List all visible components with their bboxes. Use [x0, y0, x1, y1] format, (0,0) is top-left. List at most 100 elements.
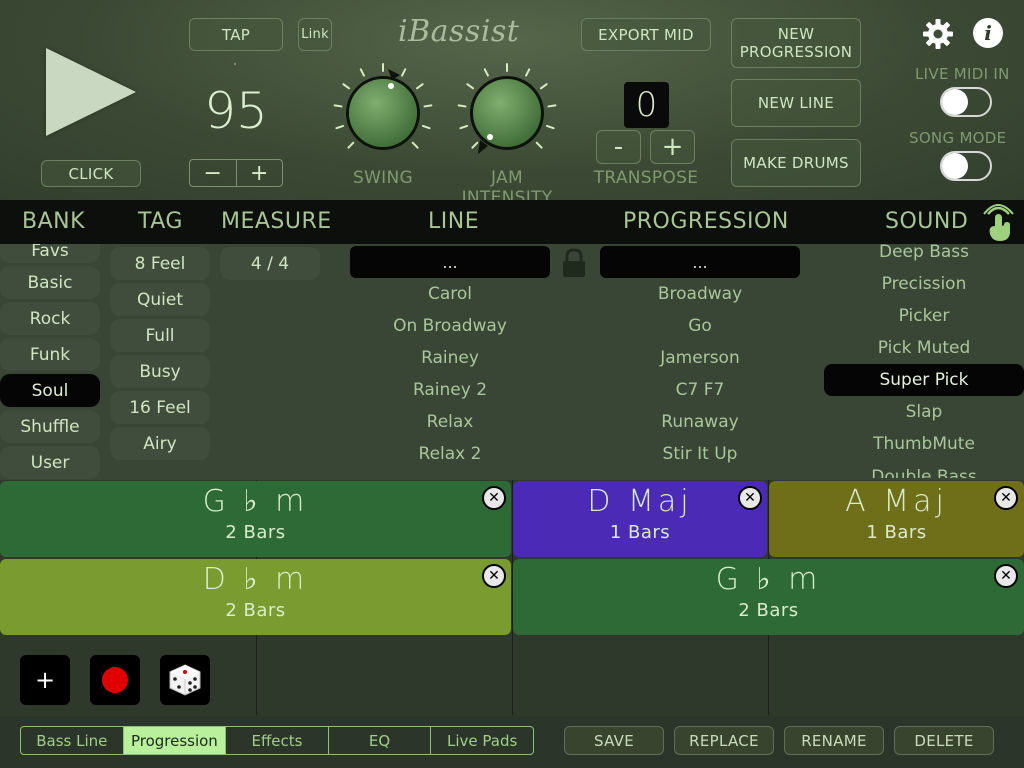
progression-item[interactable]: Runaway — [600, 412, 800, 432]
song-mode-label: SONG MODE — [909, 129, 1007, 147]
chord-bars: 1 Bars — [866, 522, 927, 543]
chord-name: G ♭ m — [202, 484, 309, 519]
jam-intensity-knob[interactable] — [454, 60, 560, 166]
remove-chord-icon[interactable]: ✕ — [482, 486, 506, 510]
line-header: LINE — [428, 209, 480, 234]
progression-item[interactable]: Broadway — [600, 284, 800, 304]
tag-item[interactable]: Full — [110, 319, 210, 352]
tag-item[interactable]: Airy — [110, 427, 210, 460]
tag-header: TAG — [138, 209, 183, 234]
sound-item[interactable]: Deep Bass — [824, 242, 1024, 262]
sound-item[interactable]: Pick Muted — [824, 338, 1024, 358]
bank-item[interactable]: Rock — [0, 302, 100, 335]
sound-item[interactable]: Picker — [824, 306, 1024, 326]
tempo-increment-button[interactable]: + — [235, 160, 283, 186]
line-item[interactable]: Rainey 2 — [350, 380, 550, 400]
progression-header: PROGRESSION — [623, 209, 789, 234]
record-button[interactable] — [90, 655, 140, 705]
tab-live-pads[interactable]: Live Pads — [430, 727, 533, 754]
chord-block[interactable]: D Maj 1 Bars — [513, 481, 767, 557]
play-button[interactable] — [46, 48, 136, 136]
progression-item[interactable]: Go — [600, 316, 800, 336]
sound-item[interactable]: Super Pick — [824, 364, 1024, 396]
bank-item[interactable]: Soul — [0, 374, 100, 407]
remove-chord-icon[interactable]: ✕ — [738, 486, 762, 510]
progression-item[interactable]: C7 F7 — [600, 380, 800, 400]
live-midi-in-label: LIVE MIDI IN — [915, 65, 1010, 83]
app-logo: iBassist — [398, 14, 520, 49]
add-chord-button[interactable]: + — [20, 655, 70, 705]
transpose-increment-button[interactable]: + — [650, 130, 695, 164]
chord-bars: 1 Bars — [609, 522, 671, 543]
tag-item[interactable]: 8 Feel — [110, 247, 210, 280]
sound-item[interactable]: ThumbMute — [824, 434, 1024, 454]
swing-knob[interactable] — [330, 60, 436, 166]
live-midi-in-toggle[interactable] — [940, 87, 992, 117]
chord-block[interactable]: G ♭ m 2 Bars — [0, 481, 511, 557]
export-mid-button[interactable]: EXPORT MID — [581, 18, 711, 51]
new-line-button[interactable]: NEW LINE — [731, 79, 861, 127]
tag-item[interactable]: Busy — [110, 355, 210, 388]
remove-chord-icon[interactable]: ✕ — [482, 564, 506, 588]
chord-block[interactable]: A Maj 1 Bars — [769, 481, 1024, 557]
progression-item[interactable]: Stir It Up — [600, 444, 800, 464]
gear-icon[interactable] — [922, 18, 954, 50]
bank-item[interactable]: Basic — [0, 266, 100, 299]
tab-eq[interactable]: EQ — [327, 727, 431, 754]
sound-item[interactable]: Double Bass — [824, 466, 1024, 478]
bank-item[interactable]: Favs — [0, 244, 100, 263]
tag-item[interactable]: 16 Feel — [110, 391, 210, 424]
lock-icon[interactable] — [561, 247, 587, 279]
chord-name: D ♭ m — [202, 562, 309, 597]
transpose-decrement-button[interactable]: - — [596, 130, 641, 164]
tag-item[interactable]: Quiet — [110, 283, 210, 316]
replace-button[interactable]: REPLACE — [674, 726, 774, 755]
touch-icon[interactable] — [982, 204, 1016, 242]
line-search-field[interactable]: ... — [350, 246, 550, 278]
chord-block[interactable]: G ♭ m 2 Bars — [513, 559, 1024, 635]
make-drums-button[interactable]: MAKE DRUMS — [731, 139, 861, 187]
save-button[interactable]: SAVE — [564, 726, 664, 755]
line-item[interactable]: Rainey — [350, 348, 550, 368]
line-item[interactable]: Relax 2 — [350, 444, 550, 464]
chord-name: D Maj — [587, 484, 693, 519]
randomize-button[interactable] — [160, 655, 210, 705]
chord-bars: 2 Bars — [738, 600, 799, 621]
chord-name: G ♭ m — [715, 562, 822, 597]
tab-bass-line[interactable]: Bass Line — [21, 727, 123, 754]
rename-button[interactable]: RENAME — [784, 726, 884, 755]
info-icon[interactable]: i — [973, 18, 1003, 48]
chord-block[interactable]: D ♭ m 2 Bars — [0, 559, 511, 635]
click-button[interactable]: CLICK — [41, 160, 141, 187]
tempo-decrement-button[interactable]: − — [190, 160, 236, 186]
chord-name: A Maj — [845, 484, 948, 519]
new-progression-button[interactable]: NEW PROGRESSION — [731, 18, 861, 68]
delete-button[interactable]: DELETE — [894, 726, 994, 755]
sound-item[interactable]: Precission — [824, 274, 1024, 294]
transpose-value: 0 — [624, 82, 669, 128]
record-icon — [102, 667, 128, 693]
bank-item[interactable]: Funk — [0, 338, 100, 371]
tempo-stepper: − + — [189, 159, 283, 187]
link-button[interactable]: Link — [298, 18, 332, 51]
remove-chord-icon[interactable]: ✕ — [994, 564, 1018, 588]
dice-icon — [169, 664, 201, 696]
tab-progression[interactable]: Progression — [122, 727, 226, 754]
chord-bars: 2 Bars — [225, 600, 286, 621]
progression-item[interactable]: Jamerson — [600, 348, 800, 368]
chord-bars: 2 Bars — [225, 522, 286, 543]
sound-item[interactable]: Slap — [824, 402, 1024, 422]
view-tabs: Bass Line Progression Effects EQ Live Pa… — [20, 726, 534, 755]
line-item[interactable]: On Broadway — [350, 316, 550, 336]
song-mode-toggle[interactable] — [940, 151, 992, 181]
remove-chord-icon[interactable]: ✕ — [994, 486, 1018, 510]
line-item[interactable]: Relax — [350, 412, 550, 432]
measure-pill[interactable]: 4 / 4 — [220, 247, 320, 280]
bank-item[interactable]: User — [0, 446, 100, 479]
bank-item[interactable]: Shuffle — [0, 410, 100, 443]
tap-button[interactable]: TAP — [189, 18, 283, 51]
tempo-value: 95 — [204, 82, 268, 140]
line-item[interactable]: Carol — [350, 284, 550, 304]
progression-search-field[interactable]: ... — [600, 246, 800, 278]
tab-effects[interactable]: Effects — [225, 727, 328, 754]
